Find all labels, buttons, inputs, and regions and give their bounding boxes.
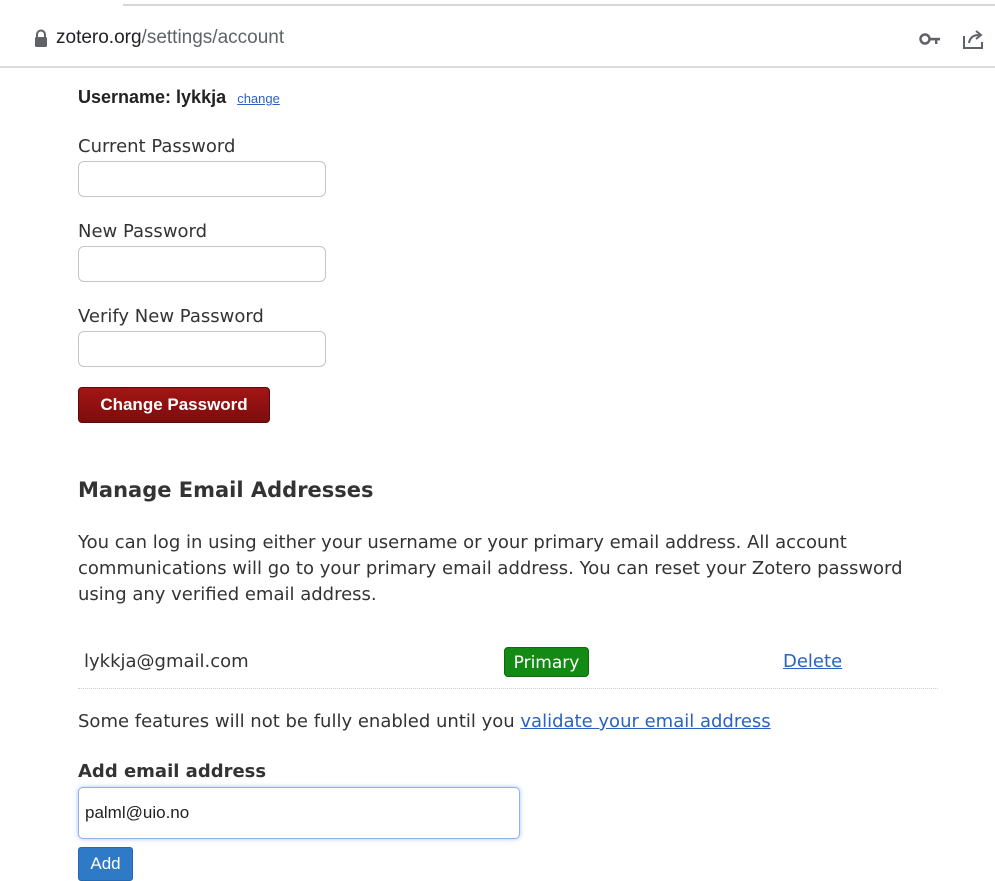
add-email-heading: Add email address bbox=[78, 761, 267, 782]
primary-badge: Primary bbox=[504, 647, 589, 677]
email-intro-text: You can log in using either your usernam… bbox=[78, 532, 903, 605]
manage-email-heading: Manage Email Addresses bbox=[78, 478, 374, 502]
new-password-label: New Password bbox=[78, 221, 208, 242]
username-line: Username: lykkja change bbox=[78, 87, 280, 108]
validate-email-link[interactable]: validate your email address bbox=[520, 711, 770, 732]
current-password-field[interactable] bbox=[78, 161, 326, 197]
username-label: Username: lykkja bbox=[78, 87, 227, 107]
verify-password-label: Verify New Password bbox=[78, 306, 264, 327]
add-email-button[interactable]: Add bbox=[78, 847, 133, 881]
share-icon[interactable] bbox=[960, 26, 986, 52]
browser-address-bar[interactable]: zotero.org/settings/account bbox=[0, 14, 995, 68]
change-username-link[interactable]: change bbox=[237, 91, 280, 106]
url-text[interactable]: zotero.org/settings/account bbox=[56, 27, 284, 49]
new-password-field[interactable] bbox=[78, 246, 326, 282]
change-password-button[interactable]: Change Password bbox=[78, 387, 270, 423]
email-row: lykkja@gmail.com Primary Delete bbox=[78, 643, 938, 689]
verify-password-field[interactable] bbox=[78, 331, 326, 367]
current-password-label: Current Password bbox=[78, 136, 236, 157]
key-icon[interactable] bbox=[919, 31, 941, 47]
lock-icon[interactable] bbox=[33, 29, 49, 49]
validate-prefix: Some features will not be fully enabled … bbox=[78, 711, 521, 732]
url-domain: zotero.org bbox=[56, 27, 142, 48]
delete-email-link[interactable]: Delete bbox=[783, 651, 842, 672]
validate-note: Some features will not be fully enabled … bbox=[78, 711, 771, 732]
browser-top-divider bbox=[123, 4, 995, 6]
url-path: /settings/account bbox=[141, 27, 285, 48]
email-address: lykkja@gmail.com bbox=[84, 651, 249, 672]
add-email-input[interactable] bbox=[78, 787, 520, 839]
